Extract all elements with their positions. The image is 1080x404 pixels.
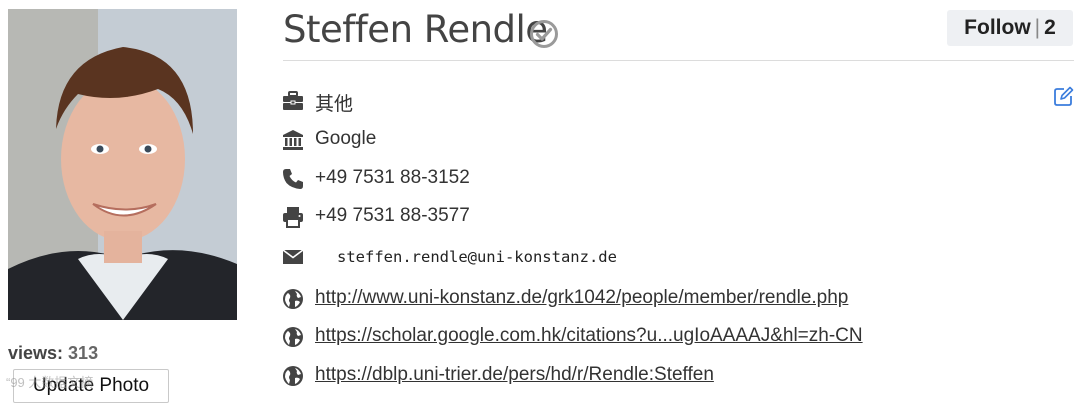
update-photo-button[interactable]: Update Photo [13,369,169,403]
phone-text: +49 7531 88-3152 [315,167,470,188]
organization-text: Google [315,128,377,149]
profile-photo-column [8,9,238,320]
fax-text: +49 7531 88-3577 [315,205,470,226]
follow-count: 2 [1044,16,1056,39]
follow-button[interactable]: Follow | 2 [947,10,1073,46]
briefcase-icon [282,90,304,112]
dblp-link[interactable]: https://dblp.uni-trier.de/pers/hd/r/Rend… [315,364,714,386]
portrait-illustration [8,9,237,320]
profile-name: Steffen Rendle [283,8,548,51]
views-counter: views: 313 [8,343,98,364]
email-text[interactable]: steffen.rendle@uni-konstanz.de [337,248,617,266]
profile-photo [8,9,237,320]
fax-icon [282,206,304,228]
follow-label: Follow [964,16,1031,39]
views-label: views: [8,343,64,363]
institution-icon [282,129,304,151]
scholar-link[interactable]: https://scholar.google.com.hk/citations?… [315,325,863,347]
edit-icon[interactable] [1053,86,1074,112]
check-circle-icon [529,19,559,54]
globe-icon [282,326,304,348]
header-divider [283,60,1074,61]
homepage-link[interactable]: http://www.uni-konstanz.de/grk1042/peopl… [315,287,848,309]
envelope-icon [282,246,304,268]
position-text: 其他 [315,94,354,115]
views-count: 313 [68,343,99,363]
follow-separator: | [1034,16,1041,39]
globe-icon [282,288,304,310]
globe-icon [282,365,304,387]
phone-icon [282,168,304,190]
